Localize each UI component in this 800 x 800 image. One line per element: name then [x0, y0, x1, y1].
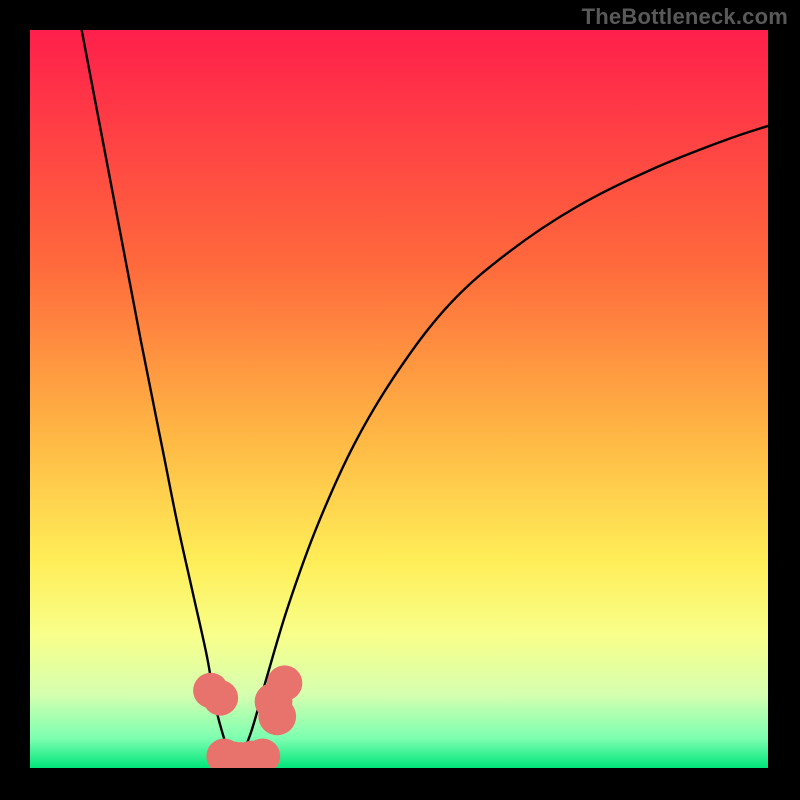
chart-frame: TheBottleneck.com — [0, 0, 800, 800]
data-marker — [203, 680, 238, 715]
gradient-background — [30, 30, 768, 768]
data-marker — [267, 665, 302, 700]
bottleneck-chart — [30, 30, 768, 768]
watermark-text: TheBottleneck.com — [582, 4, 788, 30]
data-marker — [258, 697, 296, 735]
